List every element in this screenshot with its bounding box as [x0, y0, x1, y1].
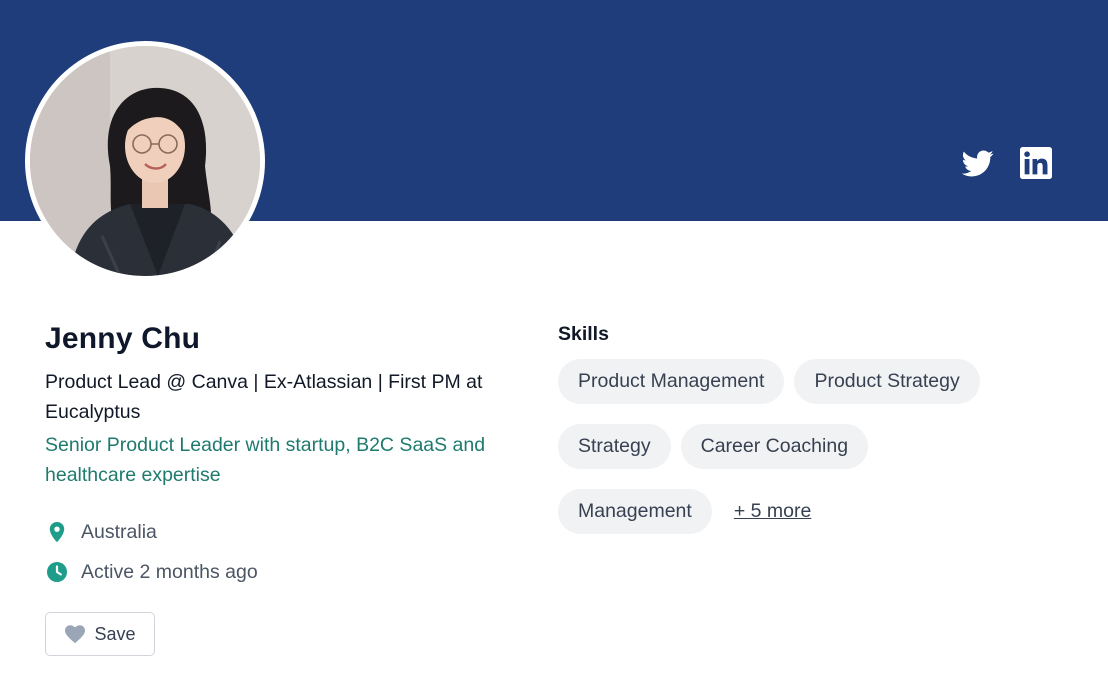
social-links — [962, 147, 1052, 179]
skill-chip[interactable]: Strategy — [558, 424, 671, 469]
avatar-photo — [30, 46, 260, 276]
skills-title: Skills — [558, 323, 609, 345]
save-button[interactable]: Save — [45, 612, 155, 656]
profile-headline: Product Lead @ Canva | Ex-Atlassian | Fi… — [45, 371, 483, 423]
profile-meta: Australia Active 2 months ago — [45, 512, 515, 592]
profile-name: Jenny Chu — [45, 322, 201, 355]
location-row: Australia — [45, 512, 515, 552]
skill-chip[interactable]: Career Coaching — [680, 424, 869, 469]
skill-chip[interactable]: Product Management — [558, 359, 785, 404]
skills-section: Skills Product Management Product Strate… — [558, 323, 1078, 534]
twitter-icon[interactable] — [962, 147, 994, 179]
linkedin-icon[interactable] — [1020, 147, 1052, 179]
profile-info: Jenny Chu Product Lead @ Canva | Ex-Atla… — [45, 322, 515, 656]
clock-icon — [47, 562, 67, 582]
skill-chip[interactable]: Management — [558, 489, 712, 534]
skill-chip[interactable]: Product Strategy — [794, 359, 980, 404]
skills-list: Product Management Product Strategy Stra… — [558, 359, 1078, 534]
heart-icon — [65, 625, 86, 644]
profile-tagline: Senior Product Leader with startup, B2C … — [45, 434, 486, 486]
avatar — [30, 46, 260, 276]
save-label: Save — [94, 623, 136, 644]
location-text: Australia — [81, 520, 157, 543]
avatar-ring — [25, 41, 265, 281]
more-skills-link[interactable]: + 5 more — [734, 500, 812, 523]
activity-row: Active 2 months ago — [45, 552, 515, 592]
activity-text: Active 2 months ago — [81, 560, 258, 583]
location-pin-icon — [49, 522, 65, 542]
